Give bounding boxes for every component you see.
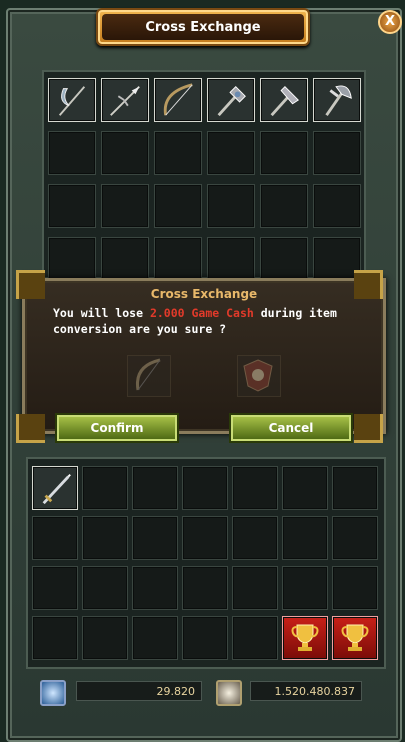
item-slot[interactable] <box>101 131 149 175</box>
inventory-slot[interactable] <box>182 566 228 610</box>
item-slot[interactable] <box>260 237 308 281</box>
item-slot[interactable] <box>154 78 202 122</box>
item-slot[interactable] <box>48 237 96 281</box>
inventory-slot[interactable] <box>282 466 328 510</box>
inventory-slot[interactable] <box>332 516 378 560</box>
inventory-slot[interactable] <box>82 516 128 560</box>
inventory-slot[interactable] <box>332 616 378 660</box>
cancel-button[interactable]: Cancel <box>231 415 351 441</box>
dialog-title: Cross Exchange <box>150 287 258 301</box>
item-slot[interactable] <box>260 78 308 122</box>
inventory-slot[interactable] <box>132 616 178 660</box>
window-title: Cross Exchange <box>102 14 304 40</box>
inventory-slot[interactable] <box>232 466 278 510</box>
confirm-button[interactable]: Confirm <box>57 415 177 441</box>
dialog-corner-ornament <box>354 414 383 443</box>
inventory-slot[interactable] <box>232 616 278 660</box>
inventory-slot[interactable] <box>282 516 328 560</box>
item-slot[interactable] <box>48 78 96 122</box>
item-slot[interactable] <box>154 184 202 228</box>
trophy-icon <box>341 624 369 651</box>
inventory-slot[interactable] <box>32 616 78 660</box>
confirm-dialog: Cross Exchange You will lose 2.000 Game … <box>22 278 386 441</box>
dialog-corner-ornament <box>16 414 45 443</box>
item-slot[interactable] <box>101 184 149 228</box>
crystal-currency-value: 29.820 <box>76 681 202 701</box>
dialog-corner-ornament <box>16 270 45 299</box>
crystal-currency-icon <box>40 680 66 706</box>
dialog-message: You will lose 2.000 Game Cash during ite… <box>53 305 363 337</box>
item-slot[interactable] <box>154 131 202 175</box>
item-slot[interactable] <box>207 237 255 281</box>
item-slot[interactable] <box>207 131 255 175</box>
gem-currency-icon <box>216 680 242 706</box>
inventory-slot[interactable] <box>32 566 78 610</box>
inventory-slot[interactable] <box>232 516 278 560</box>
inventory-slot[interactable] <box>332 466 378 510</box>
source-item-slot <box>127 355 171 397</box>
bow-icon <box>135 358 161 391</box>
trophy-icon <box>291 624 319 651</box>
inventory-slot[interactable] <box>132 516 178 560</box>
axe-icon <box>325 85 352 117</box>
inventory-slot[interactable] <box>232 566 278 610</box>
item-slot[interactable] <box>313 131 361 175</box>
item-slot[interactable] <box>260 131 308 175</box>
inventory-slot[interactable] <box>132 566 178 610</box>
sword-icon <box>42 474 71 505</box>
inventory-slot[interactable] <box>32 466 78 510</box>
scythe-icon <box>58 86 86 116</box>
gem-currency-value: 1.520.480.837 <box>250 681 362 701</box>
close-button[interactable]: X <box>378 10 402 34</box>
inventory-slot[interactable] <box>82 566 128 610</box>
inventory-slot[interactable] <box>132 466 178 510</box>
inventory-slot[interactable] <box>282 566 328 610</box>
inventory-slot[interactable] <box>82 616 128 660</box>
message-prefix: You will lose <box>53 306 150 320</box>
inventory-slot[interactable] <box>82 466 128 510</box>
shield-icon <box>243 359 273 392</box>
inventory-slot[interactable] <box>182 616 228 660</box>
spear-icon <box>110 86 140 116</box>
inventory-slot[interactable] <box>182 466 228 510</box>
target-item-slot <box>237 355 281 397</box>
message-amount: 2.000 Game Cash <box>149 306 254 320</box>
title-plate: Cross Exchange <box>96 8 310 46</box>
item-slot[interactable] <box>207 78 255 122</box>
mace-icon <box>217 86 246 117</box>
item-slot[interactable] <box>313 78 361 122</box>
item-slot[interactable] <box>101 237 149 281</box>
inventory-slot[interactable] <box>32 516 78 560</box>
item-slot[interactable] <box>101 78 149 122</box>
inventory-slot[interactable] <box>182 516 228 560</box>
bow-icon <box>163 83 193 116</box>
item-slot[interactable] <box>48 131 96 175</box>
item-slot[interactable] <box>207 184 255 228</box>
currency-bar: 29.820 1.520.480.837 <box>40 678 370 706</box>
item-slot[interactable] <box>260 184 308 228</box>
inventory-slot[interactable] <box>282 616 328 660</box>
item-slot[interactable] <box>313 184 361 228</box>
dialog-corner-ornament <box>354 270 383 299</box>
item-slot[interactable] <box>154 237 202 281</box>
warhammer-icon <box>270 86 299 117</box>
item-slot[interactable] <box>48 184 96 228</box>
inventory-slot[interactable] <box>332 566 378 610</box>
